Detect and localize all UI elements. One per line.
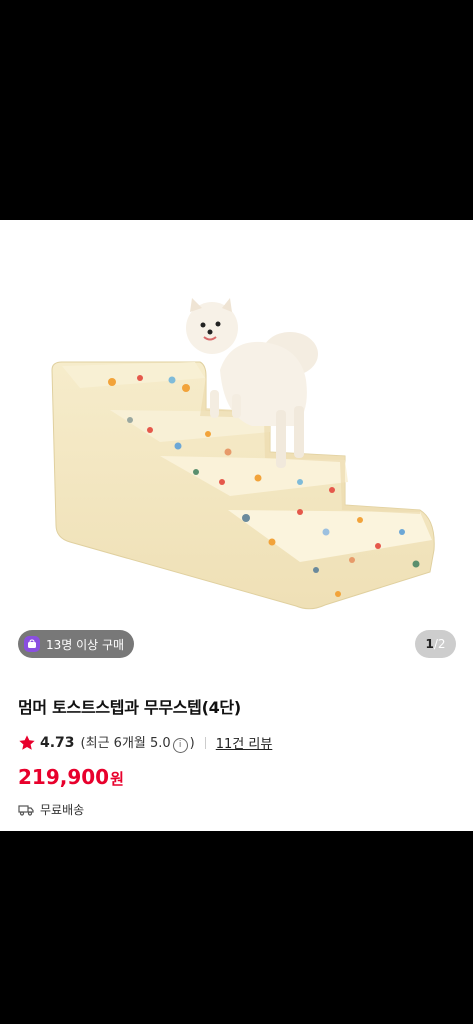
rating-score: 4.73 — [40, 734, 75, 751]
price: 219,900 원 — [18, 765, 458, 789]
rating-row: 4.73 (최근 6개월 5.0 i) 11건 리뷰 — [18, 732, 458, 753]
purchase-count-badge: 13명 이상 구매 — [18, 630, 135, 658]
recent-rating-suffix: ) — [189, 736, 195, 751]
shopping-bag-icon — [24, 636, 40, 652]
purchase-count-text: 13명 이상 구매 — [46, 637, 125, 652]
recent-rating-text: (최근 6개월 5.0 i) — [81, 732, 195, 753]
star-icon — [19, 734, 35, 750]
pet-stairs-illustration — [51, 298, 435, 610]
price-currency: 원 — [110, 770, 124, 788]
image-counter: 1 / 2 — [415, 630, 456, 658]
image-counter-current: 1 — [425, 637, 434, 651]
divider — [204, 736, 206, 749]
product-image[interactable]: 13명 이상 구매 1 / 2 — [0, 220, 473, 663]
recent-rating-prefix: (최근 6개월 5.0 — [80, 736, 171, 751]
product-title: 멈머 토스트스텝과 무무스텝(4단) — [18, 698, 241, 717]
product-info: 멈머 토스트스텝과 무무스텝(4단) 4.73 (최근 6개월 5.0 i) 11… — [18, 694, 458, 818]
shipping-row: 무료배송 — [18, 801, 458, 818]
image-counter-total: 2 — [437, 637, 446, 651]
price-amount: 219,900 — [18, 765, 110, 789]
review-count-link[interactable]: 11건 리뷰 — [216, 733, 273, 752]
delivery-truck-icon — [18, 804, 34, 816]
product-sheet: 13명 이상 구매 1 / 2 멈머 토스트스텝과 무무스텝(4단) 4.73 … — [0, 220, 473, 831]
info-icon[interactable]: i — [172, 738, 188, 753]
shipping-text: 무료배송 — [40, 803, 85, 817]
